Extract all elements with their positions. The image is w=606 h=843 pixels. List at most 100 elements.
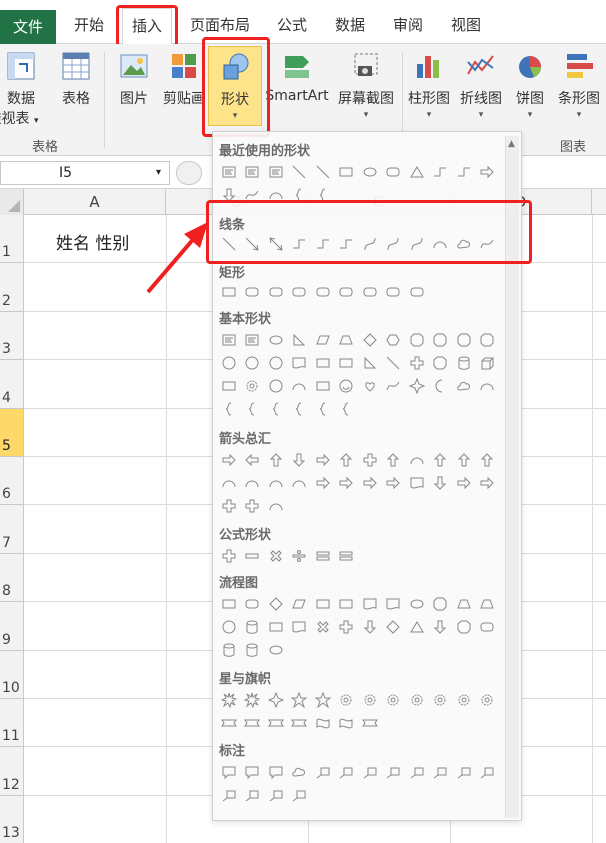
rect-shape-icon[interactable] [217,280,241,303]
row-header-5[interactable]: 5 [0,408,24,457]
para-shape-icon[interactable] [288,592,312,615]
callout2-shape-icon[interactable] [311,760,335,783]
tab-view[interactable]: 视图 [442,8,490,42]
rrect-shape-icon[interactable] [358,280,382,303]
ad-shape-icon[interactable] [217,183,241,206]
callout-shape-icon[interactable] [241,760,265,783]
star4-shape-icon[interactable] [264,688,288,711]
cube-shape-icon[interactable] [476,351,500,374]
row-header-6[interactable]: 6 [0,457,24,506]
arc-shape-icon[interactable] [288,374,312,397]
ar-shape-icon[interactable] [476,471,500,494]
curve-shape-icon[interactable] [358,232,382,255]
gear-shape-icon[interactable] [405,688,429,711]
oval-shape-icon[interactable] [264,638,288,661]
callout2-shape-icon[interactable] [476,760,500,783]
ar-shape-icon[interactable] [358,471,382,494]
times-shape-icon[interactable] [311,615,335,638]
arc-shape-icon[interactable] [241,471,265,494]
can-shape-icon[interactable] [241,615,265,638]
tab-insert[interactable]: 插入 [122,8,172,45]
gear-shape-icon[interactable] [382,688,406,711]
plus-shape-icon[interactable] [335,615,359,638]
gear-shape-icon[interactable] [241,374,265,397]
doc-shape-icon[interactable] [358,592,382,615]
free-shape-icon[interactable] [241,183,265,206]
brace-shape-icon[interactable] [335,397,359,420]
tab-home[interactable]: 开始 [62,8,116,42]
arc-shape-icon[interactable] [429,232,453,255]
select-all-corner[interactable] [0,189,24,215]
trap-shape-icon[interactable] [476,592,500,615]
formula-scroll-handle[interactable] [176,161,202,185]
callout2-shape-icon[interactable] [264,783,288,806]
trap-shape-icon[interactable] [335,328,359,351]
rrect-shape-icon[interactable] [288,280,312,303]
rrect-shape-icon[interactable] [241,280,265,303]
rect-shape-icon[interactable] [264,615,288,638]
callout2-shape-icon[interactable] [405,760,429,783]
star5-shape-icon[interactable] [288,688,312,711]
au-shape-icon[interactable] [264,448,288,471]
can-shape-icon[interactable] [217,638,241,661]
hex-shape-icon[interactable] [382,328,406,351]
ar-shape-icon[interactable] [476,160,500,183]
rect-shape-icon[interactable] [217,592,241,615]
ad-shape-icon[interactable] [288,448,312,471]
free-shape-icon[interactable] [476,232,500,255]
rrect-shape-icon[interactable] [476,615,500,638]
heart-shape-icon[interactable] [358,374,382,397]
brace-shape-icon[interactable] [241,397,265,420]
circle-shape-icon[interactable] [264,374,288,397]
moon-shape-icon[interactable] [429,374,453,397]
div-shape-icon[interactable] [288,544,312,567]
oval-shape-icon[interactable] [358,160,382,183]
diam-shape-icon[interactable] [358,328,382,351]
line-shape-icon[interactable] [311,160,335,183]
circle-shape-icon[interactable] [264,351,288,374]
elbow-shape-icon[interactable] [288,232,312,255]
circle-shape-icon[interactable] [217,351,241,374]
table-button[interactable]: 表格 [54,50,98,132]
burst-shape-icon[interactable] [217,688,241,711]
trap-shape-icon[interactable] [452,592,476,615]
star5-shape-icon[interactable] [311,688,335,711]
cell-a1-text[interactable]: 姓名 性别 [56,229,129,254]
minus-shape-icon[interactable] [241,544,265,567]
row-header-3[interactable]: 3 [0,311,24,361]
para-shape-icon[interactable] [311,328,335,351]
ar-shape-icon[interactable] [452,471,476,494]
brace-shape-icon[interactable] [311,183,335,206]
bar-chart-button[interactable]: 条形图 ▾ [554,50,604,132]
callout-shape-icon[interactable] [264,760,288,783]
tab-formulas[interactable]: 公式 [268,8,316,42]
al-shape-icon[interactable] [241,448,265,471]
ad-shape-icon[interactable] [358,615,382,638]
cloud-shape-icon[interactable] [288,760,312,783]
free-shape-icon[interactable] [382,374,406,397]
elbow-shape-icon[interactable] [452,160,476,183]
curve-shape-icon[interactable] [382,232,406,255]
text-shape-icon[interactable] [264,160,288,183]
arc-shape-icon[interactable] [288,471,312,494]
banner-shape-icon[interactable] [241,711,265,734]
times-shape-icon[interactable] [264,544,288,567]
wave-shape-icon[interactable] [311,711,335,734]
tab-data[interactable]: 数据 [326,8,374,42]
screenshot-button[interactable]: 屏幕截图 ▾ [332,50,400,132]
rrect-shape-icon[interactable] [405,280,429,303]
au-shape-icon[interactable] [476,448,500,471]
ad-shape-icon[interactable] [429,615,453,638]
elbow-shape-icon[interactable] [311,232,335,255]
burst-shape-icon[interactable] [241,688,265,711]
eq-shape-icon[interactable] [335,544,359,567]
brace-shape-icon[interactable] [264,397,288,420]
line-chart-button[interactable]: 折线图 ▾ [456,50,506,132]
gear-shape-icon[interactable] [476,688,500,711]
text-shape-icon[interactable] [241,160,265,183]
ar-shape-icon[interactable] [382,471,406,494]
oct-shape-icon[interactable] [429,592,453,615]
row-header-13[interactable]: 13 [0,795,24,843]
brace-shape-icon[interactable] [288,397,312,420]
oct-shape-icon[interactable] [452,328,476,351]
